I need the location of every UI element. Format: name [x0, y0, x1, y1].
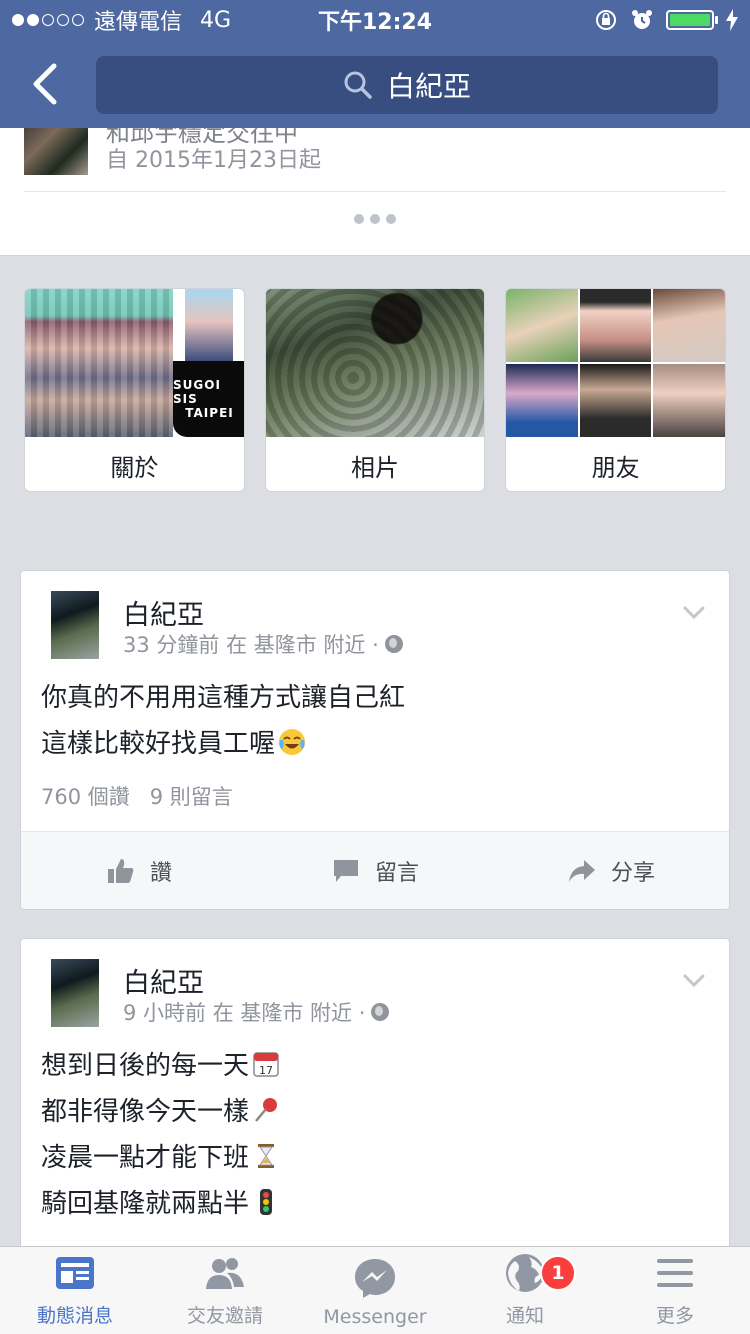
like-count[interactable]: 760 個讚 — [41, 781, 130, 811]
post-card: 白紀亞 9 小時前 在 基隆市 附近 · 想到日後的每一天 17 都非得像今天一樣… — [20, 938, 730, 1246]
search-icon — [344, 71, 372, 99]
like-button[interactable]: 讚 — [21, 832, 257, 909]
post-header: 白紀亞 9 小時前 在 基隆市 附近 · — [21, 939, 729, 1043]
post-actions: 讚 留言 分享 — [21, 831, 729, 909]
tab-messenger[interactable]: Messenger — [300, 1247, 450, 1334]
post-counts: 760 個讚 9 則留言 — [21, 767, 729, 831]
hourglass-emoji-icon — [258, 1144, 275, 1168]
post-meta: 9 小時前 在 基隆市 附近 · — [123, 997, 390, 1027]
relationship-status: 和邱宇穩定交往中 — [106, 128, 298, 147]
post-line: 你真的不用用這種方式讓自己紅 — [41, 683, 406, 713]
relationship-text: 和邱宇穩定交往中 自 2015年1月23日起 — [106, 128, 321, 175]
friends-label: 朋友 — [591, 453, 640, 482]
tab-friend-requests[interactable]: 交友邀請 — [150, 1247, 300, 1334]
globe-privacy-icon — [371, 1003, 390, 1021]
charging-bolt-icon — [726, 9, 738, 31]
tab-more[interactable]: 更多 — [600, 1247, 750, 1334]
post-meta: 33 分鐘前 在 基隆市 附近 · — [123, 629, 403, 659]
chevron-down-icon[interactable] — [681, 599, 707, 625]
photos-label: 相片 — [351, 453, 399, 482]
post-line: 騎回基隆就兩點半 — [41, 1181, 709, 1227]
search-bar[interactable]: 白紀亞 — [96, 56, 718, 114]
post-card: 白紀亞 33 分鐘前 在 基隆市 附近 · 你真的不用用這種方式讓自己紅 這樣比… — [20, 570, 730, 910]
notification-badge: 1 — [540, 1255, 576, 1291]
about-tile[interactable]: SUGOI SIS TAIPEI 關於 — [24, 288, 245, 492]
globe-privacy-icon — [384, 635, 403, 653]
photos-tile[interactable]: 相片 — [264, 288, 486, 492]
signal-strength-icon — [12, 14, 84, 26]
tab-news-feed[interactable]: 動態消息 — [0, 1247, 150, 1334]
search-query: 白紀亞 — [386, 70, 471, 103]
tab-bar: 動態消息 交友邀請 Messenger 通知 1 更多 — [0, 1246, 750, 1334]
comment-bubble-icon — [333, 859, 358, 882]
post-line: 這樣比較好找員工喔 — [41, 721, 709, 767]
about-image: SUGOI SIS TAIPEI — [25, 289, 244, 437]
carrier-name: 遠傳電信 — [94, 10, 183, 35]
photos-image — [265, 289, 485, 437]
post-header: 白紀亞 33 分鐘前 在 基隆市 附近 · — [21, 571, 729, 675]
post-body: 想到日後的每一天 17 都非得像今天一樣 凌晨一點才能下班 騎回基隆就兩點半 — [21, 1043, 729, 1227]
post-author[interactable]: 白紀亞 — [123, 961, 204, 1000]
status-right — [594, 8, 738, 32]
profile-tiles: SUGOI SIS TAIPEI 關於 相片 朋友 — [0, 256, 750, 492]
profile-content[interactable]: 和邱宇穩定交往中 自 2015年1月23日起 SUGOI SIS TAIPEI … — [0, 128, 750, 1246]
post-body: 你真的不用用這種方式讓自己紅 這樣比較好找員工喔 — [21, 675, 729, 767]
comment-count[interactable]: 9 則留言 — [150, 781, 233, 811]
status-left: 遠傳電信 4G — [12, 4, 231, 36]
friends-tile[interactable]: 朋友 — [505, 288, 727, 492]
tears-of-joy-emoji-icon — [279, 729, 306, 755]
post-line: 想到日後的每一天 17 — [41, 1043, 709, 1089]
share-button[interactable]: 分享 — [493, 832, 729, 909]
status-bar: 遠傳電信 4G 下午12:24 — [0, 0, 750, 40]
avatar[interactable] — [51, 591, 99, 659]
back-chevron-icon — [33, 63, 57, 105]
relationship-row[interactable]: 和邱宇穩定交往中 自 2015年1月23日起 — [24, 128, 726, 192]
network-type: 4G — [200, 7, 232, 33]
post-line: 凌晨一點才能下班 — [41, 1135, 709, 1181]
partner-thumbnail[interactable] — [24, 128, 88, 175]
avatar[interactable] — [51, 959, 99, 1027]
svg-text:17: 17 — [259, 1064, 273, 1077]
post-time-location[interactable]: 9 小時前 在 基隆市 附近 · — [123, 997, 365, 1027]
pushpin-emoji-icon — [255, 1098, 278, 1122]
alarm-icon — [632, 10, 652, 29]
more-options-button[interactable] — [0, 214, 750, 224]
relationship-card: 和邱宇穩定交往中 自 2015年1月23日起 — [0, 128, 750, 256]
news-feed-icon — [56, 1257, 94, 1289]
about-label: 關於 — [110, 453, 159, 482]
post-line: 都非得像今天一樣 — [41, 1089, 709, 1135]
calendar-emoji-icon: 17 — [253, 1052, 279, 1077]
shop-logo: SUGOI SIS TAIPEI — [173, 361, 244, 437]
share-arrow-icon — [568, 859, 595, 882]
post-time-location[interactable]: 33 分鐘前 在 基隆市 附近 · — [123, 629, 379, 659]
thumbs-up-icon — [107, 858, 134, 883]
traffic-light-emoji-icon — [260, 1189, 273, 1215]
battery-icon — [666, 10, 718, 30]
relationship-since: 自 2015年1月23日起 — [106, 148, 321, 173]
tab-notifications[interactable]: 通知 1 — [450, 1247, 600, 1334]
chevron-down-icon[interactable] — [681, 967, 707, 993]
friend-requests-icon — [206, 1258, 244, 1289]
navigation-bar: 白紀亞 — [0, 40, 750, 128]
messenger-icon — [355, 1259, 395, 1298]
back-button[interactable] — [0, 40, 90, 128]
comment-button[interactable]: 留言 — [257, 832, 493, 909]
post-author[interactable]: 白紀亞 — [123, 593, 204, 632]
hamburger-menu-icon — [657, 1259, 693, 1287]
friends-image — [506, 289, 726, 437]
rotation-lock-icon — [596, 10, 616, 30]
